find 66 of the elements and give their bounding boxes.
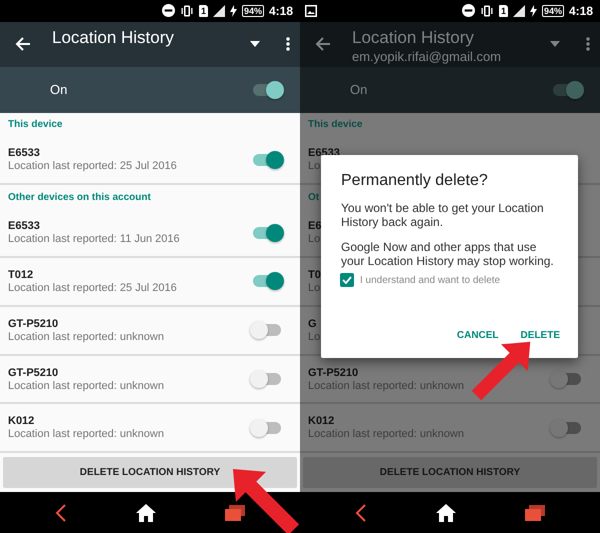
device-name: GT-P5210 <box>8 318 58 330</box>
device-detail: Location last reported: unknown <box>8 380 164 392</box>
clock-time: 4:18 <box>568 4 593 18</box>
device-detail: Location last reported: 11 Jun 2016 <box>8 233 180 246</box>
device-name: T012 <box>8 268 34 281</box>
sim-card-icon: 1 <box>198 4 208 17</box>
back-icon[interactable] <box>54 504 67 522</box>
sim-card-icon: 1 <box>498 4 508 17</box>
device-name: GT-P5210 <box>308 366 358 379</box>
device-name: GT-P5210 <box>8 366 58 379</box>
dialog-button[interactable]: CANCEL <box>456 330 499 341</box>
device-detail: Lo <box>308 160 320 172</box>
device-name: K012 <box>308 415 334 428</box>
account-email: em.yopik.rifai@gmail.com <box>352 48 502 64</box>
device-detail: Location last reported: unknown <box>8 330 164 343</box>
vibrate-icon <box>180 4 194 17</box>
back-arrow-icon[interactable] <box>14 34 32 53</box>
callout-arrow <box>232 468 300 533</box>
device-detail: Lo <box>308 330 320 343</box>
device-detail: Location last reported: unknown <box>308 380 464 392</box>
device-name: G <box>308 318 317 330</box>
switch-label: On <box>50 82 68 98</box>
battery-indicator: 94% <box>242 4 264 17</box>
device-detail: Lo <box>308 282 320 294</box>
device-name: E6533 <box>8 147 40 160</box>
device-name: T0 <box>308 268 321 281</box>
clock-time: 4:18 <box>268 4 293 18</box>
screen-title: Location History <box>52 26 175 49</box>
dialog-message: You won't be able to get your Location History back again. <box>341 201 545 229</box>
more-options-icon[interactable] <box>286 36 290 51</box>
device-detail: Location last reported: unknown <box>8 428 164 440</box>
recent-apps-icon[interactable] <box>525 504 546 521</box>
dialog-message: Google Now and other apps that use your Location History may stop working. <box>341 240 555 268</box>
delete-history-button[interactable]: DELETE LOCATION HISTORY <box>303 457 597 488</box>
section-header: Ot <box>308 192 320 203</box>
dialog-title: Permanently delete? <box>341 172 488 190</box>
section-header: This device <box>308 119 362 130</box>
delete-history-button[interactable]: DELETE LOCATION HISTORY <box>3 457 297 488</box>
device-name: E6 <box>308 220 322 232</box>
dialog-button[interactable]: DELETE <box>520 330 560 341</box>
vibrate-icon <box>480 4 494 17</box>
device-name: K012 <box>8 415 34 428</box>
signal-icon <box>512 4 525 17</box>
device-detail: Location last reported: 25 Jul 2016 <box>8 282 177 294</box>
home-icon[interactable] <box>136 504 156 522</box>
device-detail: Location last reported: unknown <box>308 428 464 440</box>
device-detail: Location last reported: 25 Jul 2016 <box>8 160 177 172</box>
switch-label: On <box>350 82 368 98</box>
recent-apps-icon[interactable] <box>225 504 246 521</box>
do-not-disturb-icon <box>162 4 175 18</box>
checkbox-label: I understand and want to delete <box>360 274 500 286</box>
screen-title: Location History <box>352 26 475 49</box>
section-header: This device <box>8 119 62 130</box>
confirm-checkbox[interactable] <box>340 273 354 287</box>
charging-icon <box>530 4 537 17</box>
home-icon[interactable] <box>436 504 456 522</box>
back-icon[interactable] <box>354 504 367 522</box>
charging-icon <box>230 4 237 17</box>
section-header: Other devices on this account <box>8 192 151 203</box>
device-name: E6533 <box>8 220 40 232</box>
do-not-disturb-icon <box>462 4 475 18</box>
callout-arrow <box>472 342 530 400</box>
battery-indicator: 94% <box>542 4 564 17</box>
signal-icon <box>212 4 225 17</box>
device-detail: Lo <box>308 233 320 246</box>
dropdown-caret-icon[interactable] <box>250 40 260 47</box>
